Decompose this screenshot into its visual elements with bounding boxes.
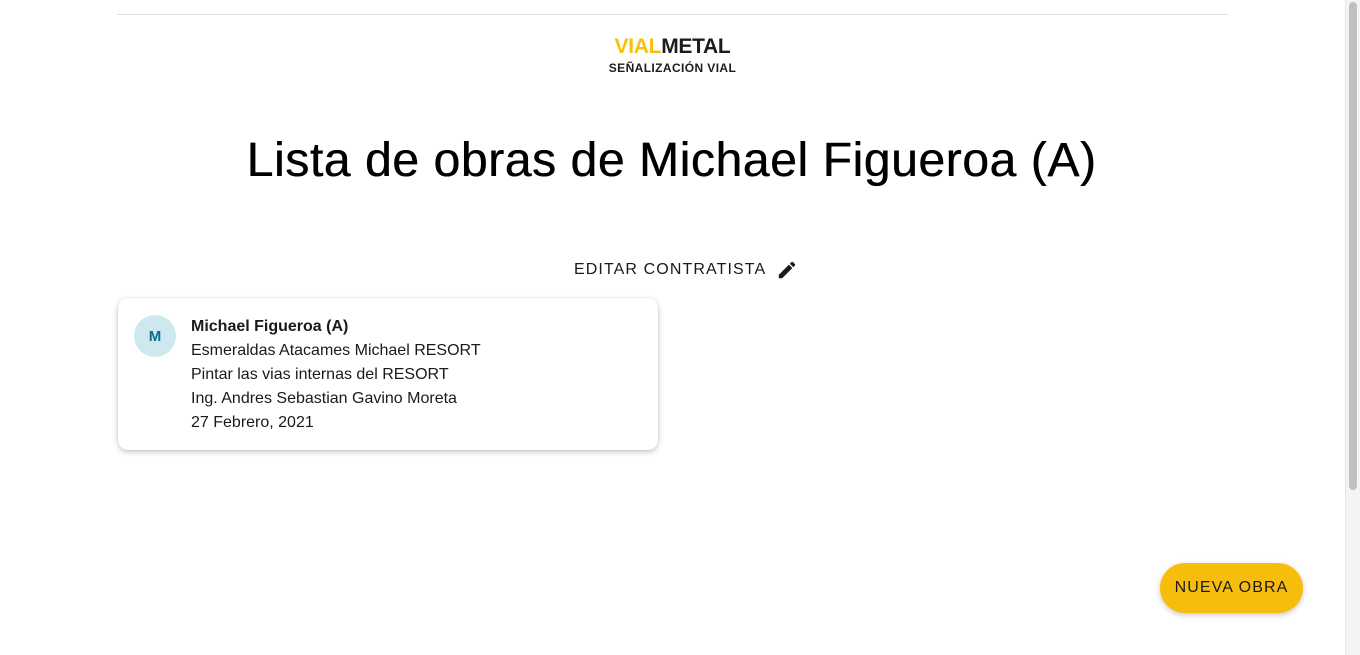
page: VIALMETAL SEÑALIZACIÓN VIAL Lista de obr… <box>0 0 1360 655</box>
header-divider <box>117 14 1228 15</box>
scrollbar-thumb[interactable] <box>1349 2 1357 490</box>
work-card[interactable]: M Michael Figueroa (A) Esmeraldas Atacam… <box>118 298 658 450</box>
work-location: Esmeraldas Atacames Michael RESORT <box>191 342 481 359</box>
new-work-button[interactable]: NUEVA OBRA <box>1160 563 1303 613</box>
work-contractor-name: Michael Figueroa (A) <box>191 318 349 335</box>
logo-vial-text: VIAL <box>614 35 662 58</box>
brand-logo[interactable]: VIALMETAL SEÑALIZACIÓN VIAL <box>0 34 1345 75</box>
edit-contractor-button[interactable]: EDITAR CONTRATISTA <box>562 252 810 288</box>
edit-contractor-label: EDITAR CONTRATISTA <box>574 261 767 278</box>
work-engineer: Ing. Andres Sebastian Gavino Moreta <box>191 390 457 407</box>
pencil-icon <box>776 259 798 281</box>
page-title: Lista de obras de Michael Figueroa (A) <box>246 134 1097 187</box>
avatar: M <box>134 315 176 357</box>
logo-subtitle: SEÑALIZACIÓN VIAL <box>608 61 737 75</box>
work-description: Pintar las vias internas del RESORT <box>191 366 449 383</box>
logo-metal-text: METAL <box>661 35 731 58</box>
work-date: 27 Febrero, 2021 <box>191 414 314 431</box>
logo-wordmark: VIALMETAL <box>0 34 1345 60</box>
vertical-scrollbar[interactable] <box>1345 0 1360 655</box>
work-card-details: Michael Figueroa (A) Esmeraldas Atacames… <box>191 315 481 435</box>
